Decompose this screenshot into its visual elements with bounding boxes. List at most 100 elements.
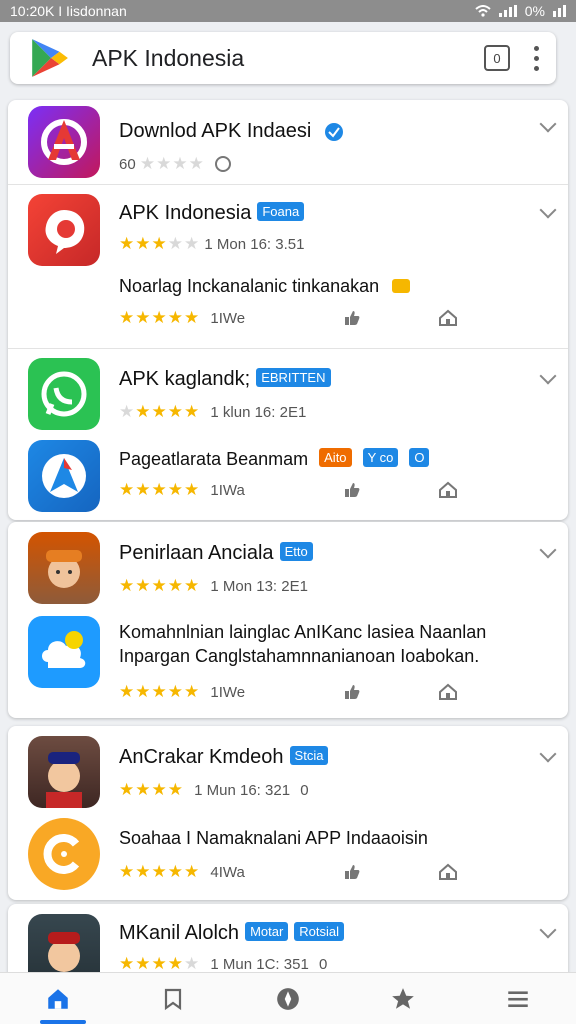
thumb-icon[interactable] bbox=[342, 480, 362, 500]
status-icons: 0% bbox=[475, 3, 566, 19]
compass-icon[interactable] bbox=[268, 979, 308, 1019]
app-meta: ★★★★★ 1 klun 16: 2E1 bbox=[119, 402, 306, 422]
wifi-icon bbox=[475, 5, 491, 17]
status-bar: 10:20K I Iisdonnan 0% bbox=[0, 0, 576, 22]
rating-stars: ★★★★★ bbox=[119, 480, 201, 499]
app-badge: EBRITTEN bbox=[256, 368, 331, 387]
app-meta-text: 1 Mon 16: 3.51 bbox=[204, 236, 305, 253]
app-footer: ★★★★★ 1IWe bbox=[119, 308, 245, 328]
app-meta-text: 1 Mun 1C: 351 bbox=[210, 956, 309, 973]
app-footer: ★★★★★ 1IWe bbox=[119, 682, 245, 702]
app-icon-smile bbox=[28, 818, 100, 890]
chevron-down-icon[interactable] bbox=[539, 745, 557, 763]
house-icon[interactable] bbox=[438, 682, 458, 702]
thumb-icon[interactable] bbox=[342, 682, 362, 702]
app-card[interactable]: Penirlaan Anciala Etto ★★★★★ 1 Mon 13: 2E… bbox=[8, 522, 568, 718]
rating-stars: ★★★★★ bbox=[119, 576, 201, 595]
tab-counter-button[interactable]: 0 bbox=[484, 45, 510, 71]
app-avatar bbox=[28, 532, 100, 604]
clock-icon bbox=[215, 156, 231, 172]
app-title[interactable]: Penirlaan Anciala Etto bbox=[119, 542, 313, 565]
app-card[interactable]: AnCrakar Kmdeoh Stcia ★★★★ 1 Mun 16: 321 … bbox=[8, 726, 568, 900]
app-description: Soahaa I Namaknalani APP Indaaoisin bbox=[119, 828, 428, 848]
bookmark-icon[interactable] bbox=[153, 979, 193, 1019]
app-meta: ★★★★★ 1 Mon 16: 3.51 bbox=[119, 234, 304, 254]
menu-icon[interactable] bbox=[498, 979, 538, 1019]
battery-icon bbox=[553, 5, 566, 17]
app-icon-nav bbox=[28, 440, 100, 512]
thumb-icon[interactable] bbox=[342, 862, 362, 882]
app-footer: ★★★★★ 4IWa bbox=[119, 862, 245, 882]
app-icon-cloud bbox=[28, 616, 100, 688]
app-title[interactable]: APK Indonesia Foana bbox=[119, 202, 305, 225]
app-title-text: APK Indonesia bbox=[119, 202, 252, 224]
app-meta-text: 1 Mun 16: 321 bbox=[194, 782, 291, 799]
app-meta: ★★★★★ 1 Mon 13: 2E1 bbox=[119, 576, 308, 596]
app-icon-a bbox=[28, 106, 100, 178]
active-tab-indicator bbox=[40, 1020, 86, 1024]
app-badge-small: Y co bbox=[362, 448, 399, 467]
house-icon[interactable] bbox=[438, 480, 458, 500]
star-icon[interactable] bbox=[383, 979, 423, 1019]
app-title[interactable]: AnCrakar Kmdeoh Stcia bbox=[119, 746, 329, 769]
app-meta-extra: 0 bbox=[300, 782, 309, 799]
chevron-down-icon[interactable] bbox=[539, 541, 557, 559]
app-footer-text: 4IWa bbox=[210, 864, 245, 881]
app-meta: ★★★★ 1 Mun 16: 321 0 bbox=[119, 780, 309, 800]
list-item[interactable]: Downlod APK Indaesi 60 ★★★★ bbox=[8, 100, 568, 184]
search-query[interactable]: APK Indonesia bbox=[92, 45, 484, 72]
rating-stars: ★★★★★ bbox=[119, 954, 201, 973]
status-time: 10:20K I Iisdonnan bbox=[10, 3, 127, 19]
app-footer: ★★★★★ 1IWa bbox=[119, 480, 245, 500]
list-item[interactable]: APK kaglandk; EBRITTEN ★★★★★ 1 klun 16: 2… bbox=[8, 348, 568, 520]
thumb-icon[interactable] bbox=[342, 308, 362, 328]
house-icon[interactable] bbox=[438, 308, 458, 328]
house-icon[interactable] bbox=[438, 862, 458, 882]
rating-stars: ★★★★★ bbox=[119, 234, 201, 253]
app-badge: Etto bbox=[279, 542, 313, 561]
app-footer-text: 1IWa bbox=[210, 482, 245, 499]
chevron-down-icon[interactable] bbox=[539, 115, 557, 133]
chevron-down-icon[interactable] bbox=[539, 921, 557, 939]
app-description: Komahnlnian lainglac AnIKanc lasiea Naan… bbox=[119, 622, 487, 642]
bag-icon bbox=[392, 279, 411, 293]
app-badge: Stcia bbox=[289, 746, 329, 765]
app-title-text: AnCrakar Kmdeoh bbox=[119, 746, 284, 768]
app-description: Noarlag Inckanalanic tinkanakan bbox=[119, 276, 411, 297]
app-avatar bbox=[28, 736, 100, 808]
search-bar[interactable]: APK Indonesia 0 bbox=[10, 32, 556, 84]
bottom-nav bbox=[0, 972, 576, 1024]
home-icon[interactable] bbox=[38, 979, 78, 1019]
list-item[interactable]: APK Indonesia Foana ★★★★★ 1 Mon 16: 3.51 … bbox=[8, 184, 568, 344]
app-badge-small: O bbox=[409, 448, 430, 467]
rating-stars: ★★★★★ bbox=[119, 682, 201, 701]
app-title[interactable]: MKanil Alolch Motar Rotsial bbox=[119, 922, 345, 945]
rating-stars: ★★★★★ bbox=[119, 308, 201, 327]
app-icon-chat bbox=[28, 194, 100, 266]
app-bar: APK Indonesia 0 bbox=[0, 22, 576, 94]
chevron-down-icon[interactable] bbox=[539, 367, 557, 385]
app-meta: ★★★★★ 1 Mun 1C: 351 0 bbox=[119, 954, 327, 974]
chevron-down-icon[interactable] bbox=[539, 201, 557, 219]
app-card[interactable]: Downlod APK Indaesi 60 ★★★★ APK Indonesi… bbox=[8, 100, 568, 520]
more-options-icon[interactable] bbox=[534, 45, 540, 71]
rating-stars: ★★★★★ bbox=[119, 862, 201, 881]
battery-percent: 0% bbox=[524, 3, 545, 19]
app-title[interactable]: APK kaglandk; EBRITTEN bbox=[119, 368, 331, 391]
play-store-logo bbox=[32, 39, 68, 77]
app-description: Pageatlarata Beanmam Aito Y co O bbox=[119, 448, 430, 470]
app-meta-text: 1 klun 16: 2E1 bbox=[210, 404, 307, 421]
app-description-text: Pageatlarata Beanmam bbox=[119, 449, 309, 469]
app-badge: Foana bbox=[257, 202, 305, 221]
app-icon-whatsapp bbox=[28, 358, 100, 430]
rating-count: 60 bbox=[119, 156, 136, 173]
rating-stars: ★★★★ bbox=[119, 780, 184, 799]
app-badge: Motar bbox=[245, 922, 289, 941]
app-title-text: MKanil Alolch bbox=[119, 922, 240, 944]
rating-stars: ★★★★★ bbox=[119, 402, 201, 421]
app-meta-text: 1 Mon 13: 2E1 bbox=[210, 578, 308, 595]
app-badge-small: Aito bbox=[319, 448, 352, 467]
app-description-text: Noarlag Inckanalanic tinkanakan bbox=[119, 276, 380, 296]
app-title[interactable]: Downlod APK Indaesi bbox=[119, 120, 311, 143]
rating-stars: ★★★★ bbox=[139, 154, 205, 173]
